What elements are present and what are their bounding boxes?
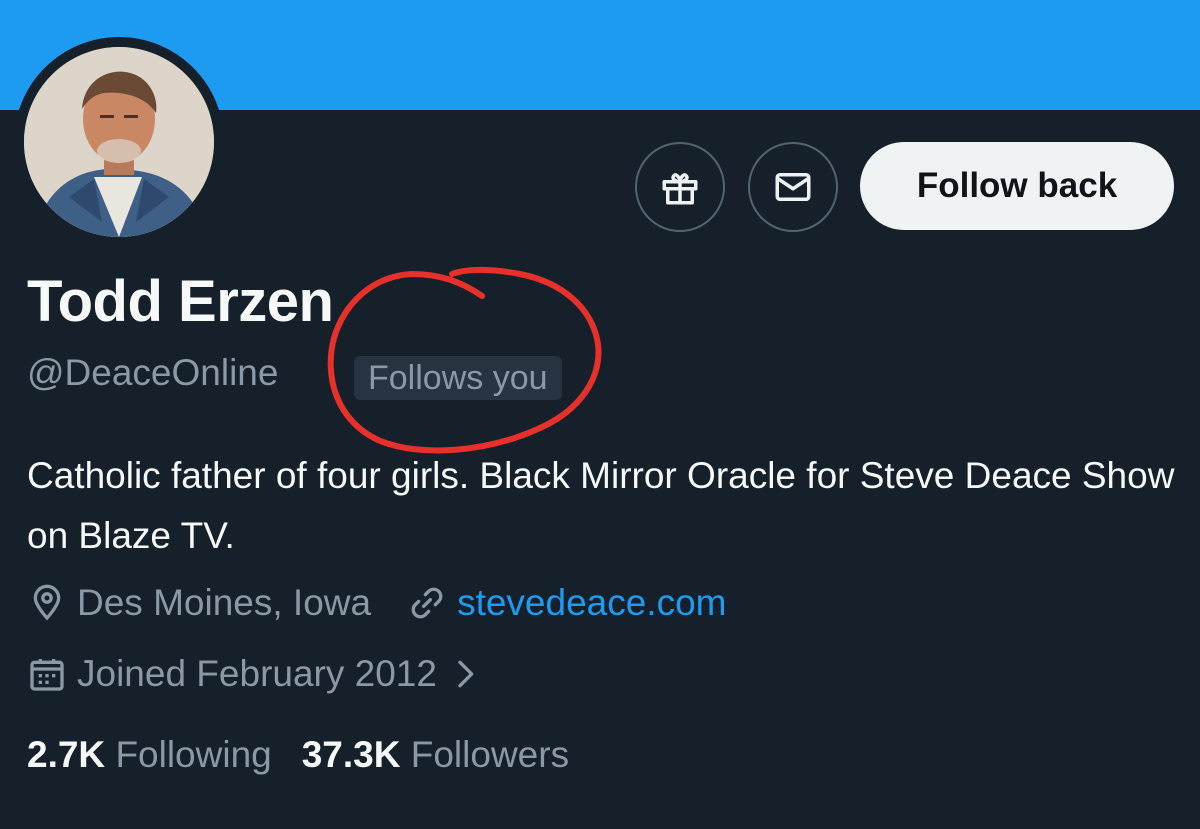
profile-page: Follow back Todd Erzen @DeaceOnline Foll… bbox=[0, 0, 1200, 829]
gift-button[interactable] bbox=[635, 142, 725, 232]
avatar[interactable] bbox=[14, 37, 224, 247]
display-name: Todd Erzen bbox=[27, 269, 334, 334]
user-handle: @DeaceOnline bbox=[27, 352, 279, 393]
location-text: Des Moines, Iowa bbox=[77, 582, 372, 623]
profile-bio: Catholic father of four girls. Black Mir… bbox=[27, 455, 1175, 556]
location-item: Des Moines, Iowa bbox=[27, 582, 371, 624]
joined-text: Joined February 2012 bbox=[77, 653, 437, 694]
joined-item[interactable]: Joined February 2012 bbox=[27, 653, 491, 695]
gift-icon bbox=[662, 173, 698, 205]
mail-icon bbox=[775, 173, 811, 201]
website-item[interactable]: stevedeace.com bbox=[407, 582, 727, 624]
following-count: 2.7K bbox=[27, 734, 106, 775]
followers-count: 37.3K bbox=[301, 734, 401, 775]
avatar-photo bbox=[24, 47, 214, 237]
follows-you-badge: Follows you bbox=[354, 356, 562, 400]
followers-label: Followers bbox=[410, 734, 570, 775]
chevron-right-icon bbox=[458, 660, 474, 688]
following-stat[interactable]: 2.7K Following bbox=[27, 734, 272, 776]
profile-stats: 2.7K Following 37.3K Followers bbox=[27, 734, 599, 776]
website-link[interactable]: stevedeace.com bbox=[457, 582, 726, 624]
calendar-icon bbox=[30, 659, 64, 691]
following-label: Following bbox=[115, 734, 272, 775]
message-button[interactable] bbox=[748, 142, 838, 232]
location-pin-icon bbox=[33, 584, 61, 621]
joined-row[interactable]: Joined February 2012 bbox=[27, 653, 527, 695]
follow-back-button[interactable]: Follow back bbox=[860, 142, 1174, 230]
profile-meta-row: Des Moines, Iowa stevedeace.com bbox=[27, 582, 763, 624]
link-icon bbox=[411, 587, 443, 619]
followers-stat[interactable]: 37.3K Followers bbox=[302, 734, 569, 776]
